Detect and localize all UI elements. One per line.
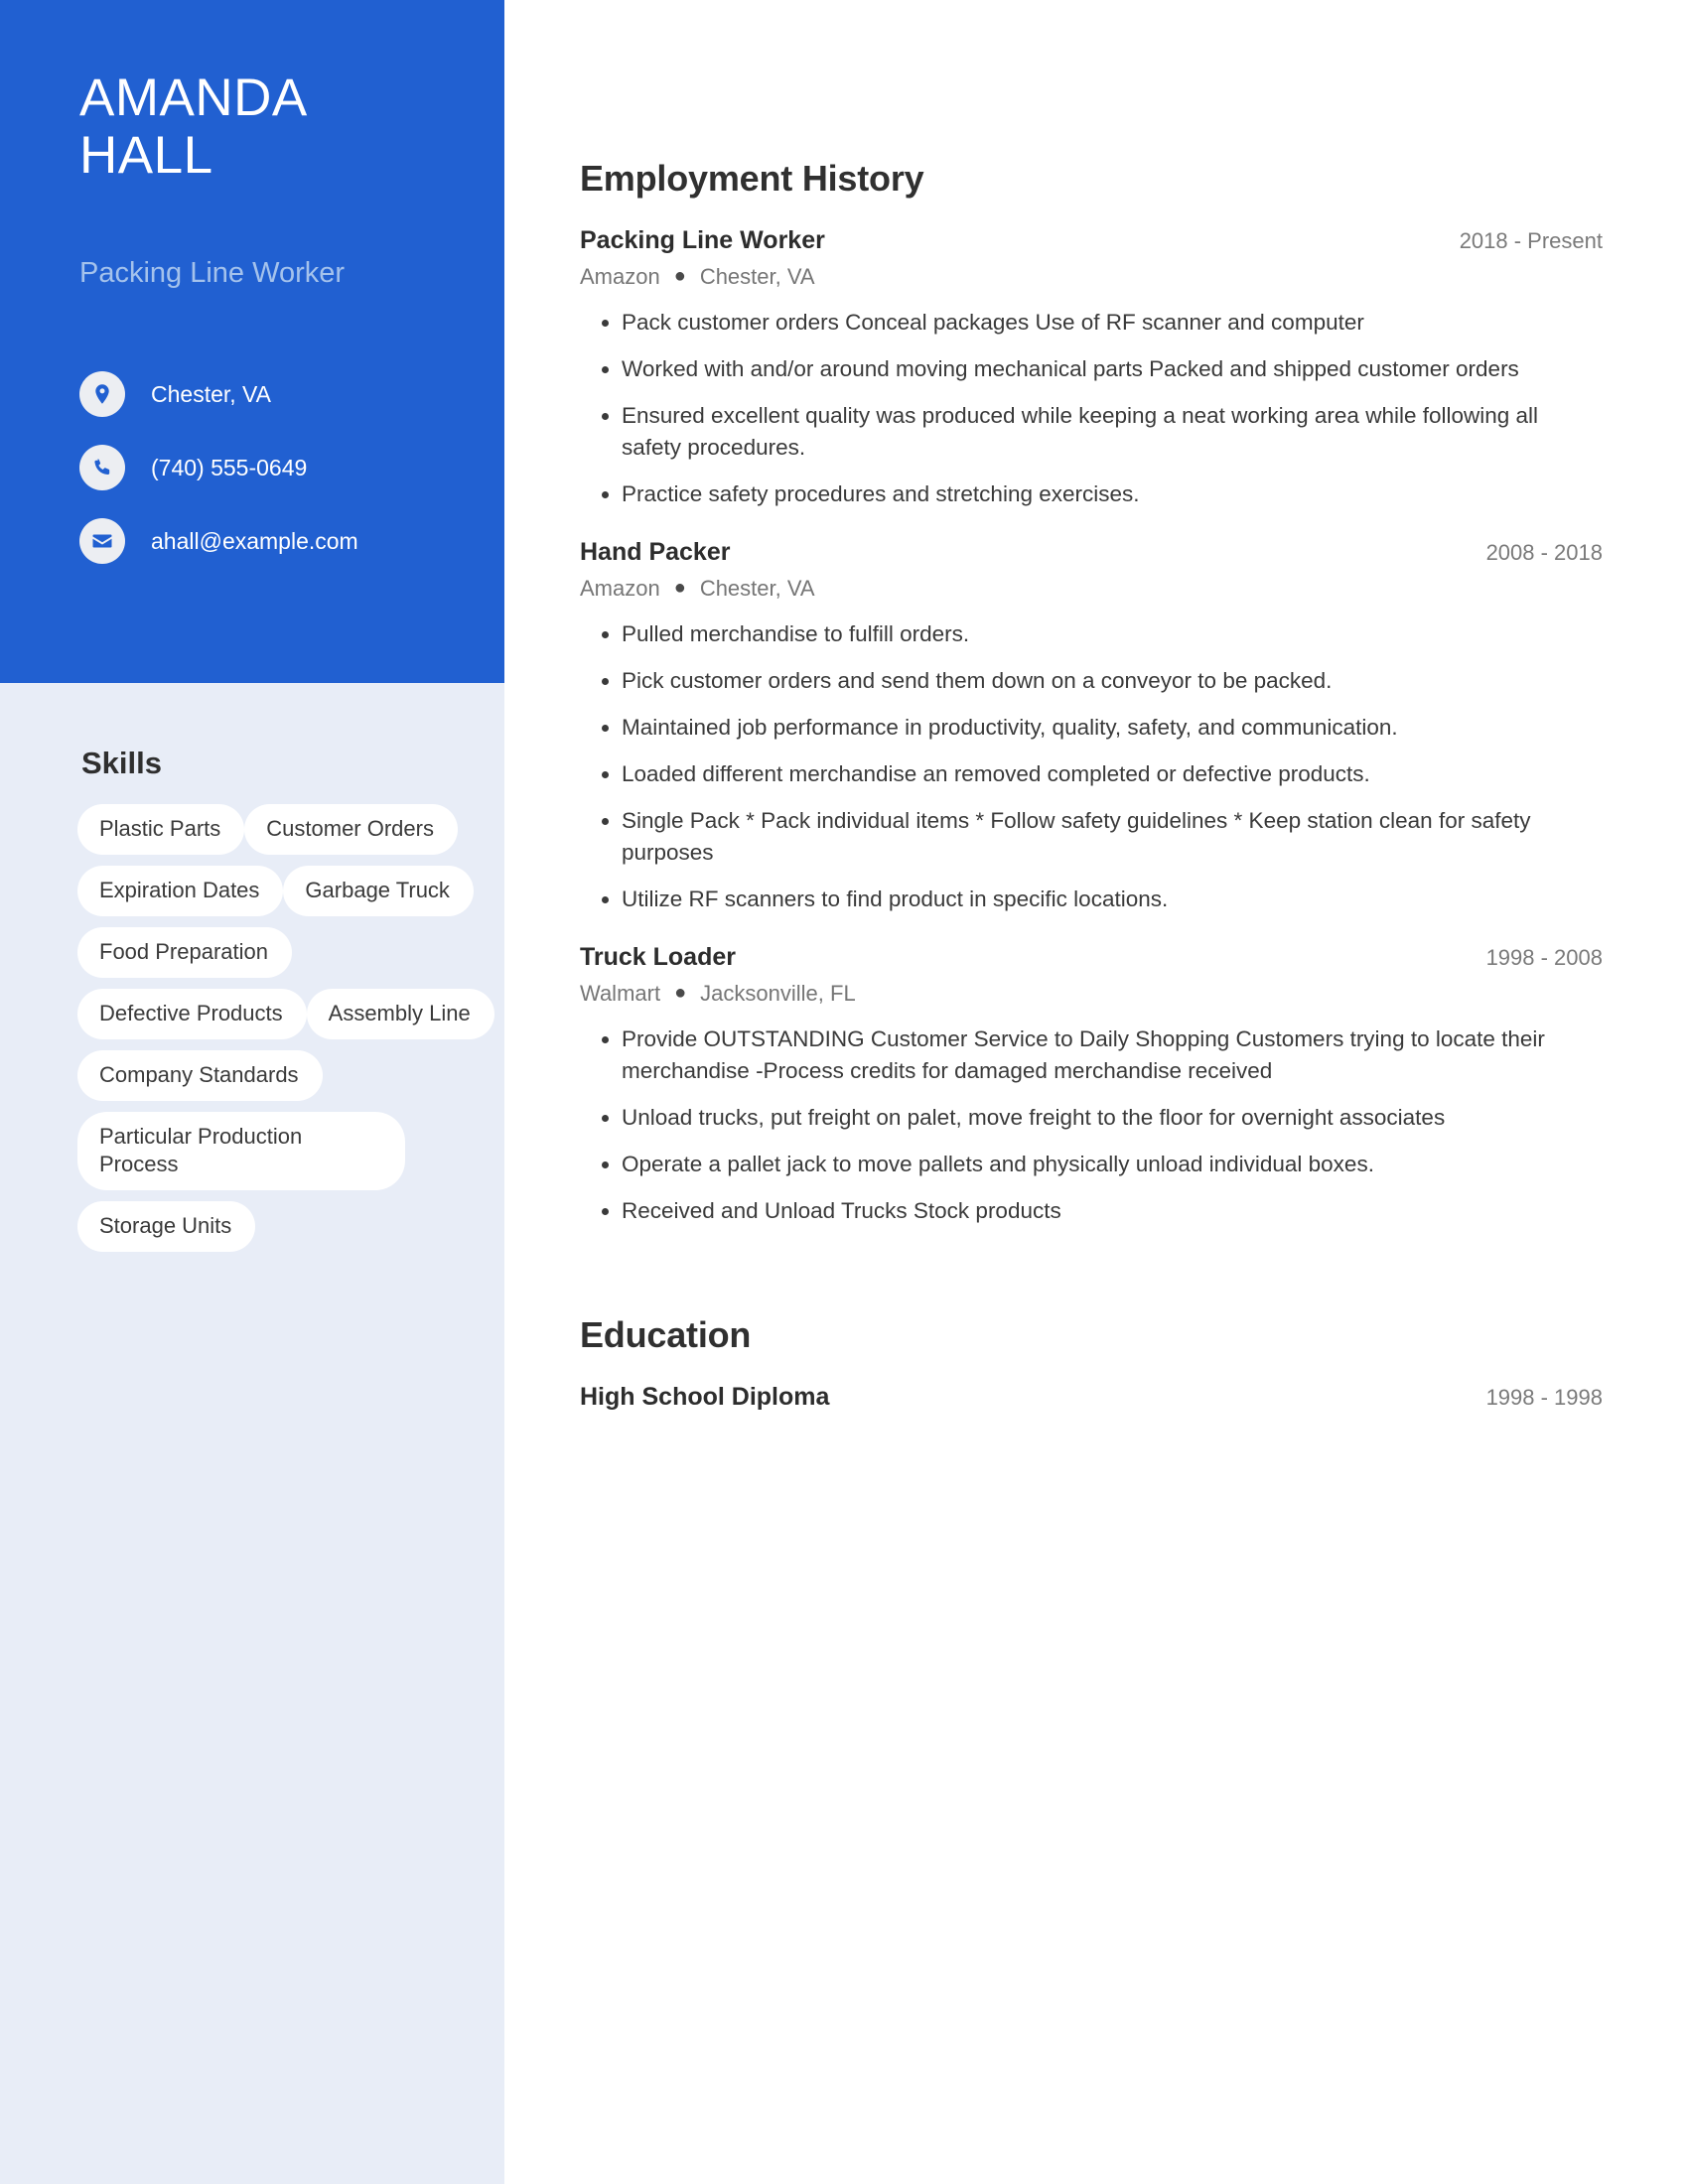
employment-bullet-list: Pack customer orders Conceal packages Us… xyxy=(580,307,1603,510)
skill-pill: Company Standards xyxy=(77,1050,323,1101)
employment-bullet: Maintained job performance in productivi… xyxy=(580,712,1603,744)
contact-location-value: Chester, VA xyxy=(151,381,272,407)
education-entry-header: High School Diploma 1998 - 1998 xyxy=(580,1381,1603,1413)
employment-bullet: Pack customer orders Conceal packages Us… xyxy=(580,307,1603,339)
employment-bullet: Loaded different merchandise an removed … xyxy=(580,758,1603,790)
employment-bullet: Worked with and/or around moving mechani… xyxy=(580,353,1603,385)
employment-entry-header: Truck Loader 1998 - 2008 xyxy=(580,941,1603,973)
employment-bullet: Received and Unload Trucks Stock product… xyxy=(580,1195,1603,1227)
resume-page: AMANDA HALL Packing Line Worker Chester,… xyxy=(0,0,1688,2184)
skills-title: Skills xyxy=(81,746,162,780)
contact-item-email: ahall@example.com xyxy=(79,504,496,578)
last-name: HALL xyxy=(79,126,213,185)
first-name: AMANDA xyxy=(79,68,308,127)
employment-location: Chester, VA xyxy=(699,576,815,601)
candidate-job-title: Packing Line Worker xyxy=(79,257,346,289)
contact-phone-value: (740) 555-0649 xyxy=(151,455,308,480)
education-entry: High School Diploma 1998 - 1998 xyxy=(580,1381,1603,1413)
employment-bullet: Provide OUTSTANDING Customer Service to … xyxy=(580,1024,1603,1087)
contact-email-value: ahall@example.com xyxy=(151,528,358,554)
employment-bullet: Pulled merchandise to fulfill orders. xyxy=(580,618,1603,650)
employment-bullet-list: Pulled merchandise to fulfill orders. Pic… xyxy=(580,618,1603,915)
skill-pill: Expiration Dates xyxy=(77,866,284,916)
employment-bullet: Operate a pallet jack to move pallets an… xyxy=(580,1149,1603,1180)
contact-item-location: Chester, VA xyxy=(79,357,496,431)
education-degree: High School Diploma xyxy=(580,1383,830,1411)
employment-bullet-list: Provide OUTSTANDING Customer Service to … xyxy=(580,1024,1603,1227)
contact-item-phone: (740) 555-0649 xyxy=(79,431,496,504)
employment-dates: 1998 - 2008 xyxy=(1485,945,1603,970)
employment-role: Hand Packer xyxy=(580,538,731,566)
employment-bullet: Pick customer orders and send them down … xyxy=(580,665,1603,697)
employment-dates: 2018 - Present xyxy=(1459,228,1603,253)
employment-history-title: Employment History xyxy=(580,158,924,199)
skill-pill: Particular Production Process xyxy=(77,1112,405,1190)
education-entries: High School Diploma 1998 - 1998 xyxy=(580,1381,1603,1413)
contact-list: Chester, VA (740) 555-0649 ahall@example… xyxy=(79,357,496,578)
envelope-icon xyxy=(79,518,125,564)
employment-bullet: Single Pack * Pack individual items * Fo… xyxy=(580,805,1603,869)
employment-entry-header: Packing Line Worker 2018 - Present xyxy=(580,224,1603,256)
employment-entry: Packing Line Worker 2018 - Present Amazon ●… xyxy=(580,224,1603,510)
employment-company-location: Amazon ● Chester, VA xyxy=(580,574,1603,605)
meta-separator-dot-icon: ● xyxy=(673,577,686,599)
employment-entry: Truck Loader 1998 - 2008 Walmart ● Jacksonvi… xyxy=(580,941,1603,1227)
location-pin-icon xyxy=(79,371,125,417)
education-dates: 1998 - 1998 xyxy=(1485,1385,1603,1410)
employment-history-section: Employment History Packing Line Worker 20… xyxy=(504,0,1688,1227)
meta-separator-dot-icon: ● xyxy=(673,265,686,287)
skill-pill: Garbage Truck xyxy=(283,866,474,916)
skills-list: Plastic Parts Customer Orders Expiration D… xyxy=(77,804,494,1263)
skill-pill: Assembly Line xyxy=(306,989,494,1039)
education-title: Education xyxy=(580,1314,752,1355)
employment-company: Amazon xyxy=(580,576,660,601)
skill-pill: Plastic Parts xyxy=(77,804,245,855)
employment-role: Truck Loader xyxy=(580,943,736,971)
main-content: Employment History Packing Line Worker 20… xyxy=(504,0,1688,2184)
sidebar: AMANDA HALL Packing Line Worker Chester,… xyxy=(0,0,504,2184)
employment-location: Chester, VA xyxy=(699,264,815,289)
employment-bullet: Unload trucks, put freight on palet, mov… xyxy=(580,1102,1603,1134)
meta-separator-dot-icon: ● xyxy=(674,982,687,1004)
employment-bullet: Ensured excellent quality was produced w… xyxy=(580,400,1603,464)
candidate-name: AMANDA HALL xyxy=(79,69,477,185)
employment-bullet: Utilize RF scanners to find product in s… xyxy=(580,884,1603,915)
employment-company-location: Walmart ● Jacksonville, FL xyxy=(580,979,1603,1010)
employment-dates: 2008 - 2018 xyxy=(1485,540,1603,565)
employment-company: Amazon xyxy=(580,264,660,289)
employment-entries: Packing Line Worker 2018 - Present Amazon ●… xyxy=(580,224,1603,1227)
skill-pill: Defective Products xyxy=(77,989,307,1039)
employment-bullet: Practice safety procedures and stretchin… xyxy=(580,478,1603,510)
education-section: Education High School Diploma 1998 - 1998 xyxy=(504,1242,1688,1413)
employment-company-location: Amazon ● Chester, VA xyxy=(580,262,1603,293)
employment-role: Packing Line Worker xyxy=(580,226,825,254)
skill-pill: Food Preparation xyxy=(77,927,292,978)
sidebar-header: AMANDA HALL Packing Line Worker Chester,… xyxy=(0,0,504,683)
phone-icon xyxy=(79,445,125,490)
employment-location: Jacksonville, FL xyxy=(700,981,856,1006)
skill-pill: Storage Units xyxy=(77,1201,256,1252)
employment-entry: Hand Packer 2008 - 2018 Amazon ● Chester, VA… xyxy=(580,536,1603,915)
employment-company: Walmart xyxy=(580,981,661,1006)
skill-pill: Customer Orders xyxy=(244,804,458,855)
employment-entry-header: Hand Packer 2008 - 2018 xyxy=(580,536,1603,568)
